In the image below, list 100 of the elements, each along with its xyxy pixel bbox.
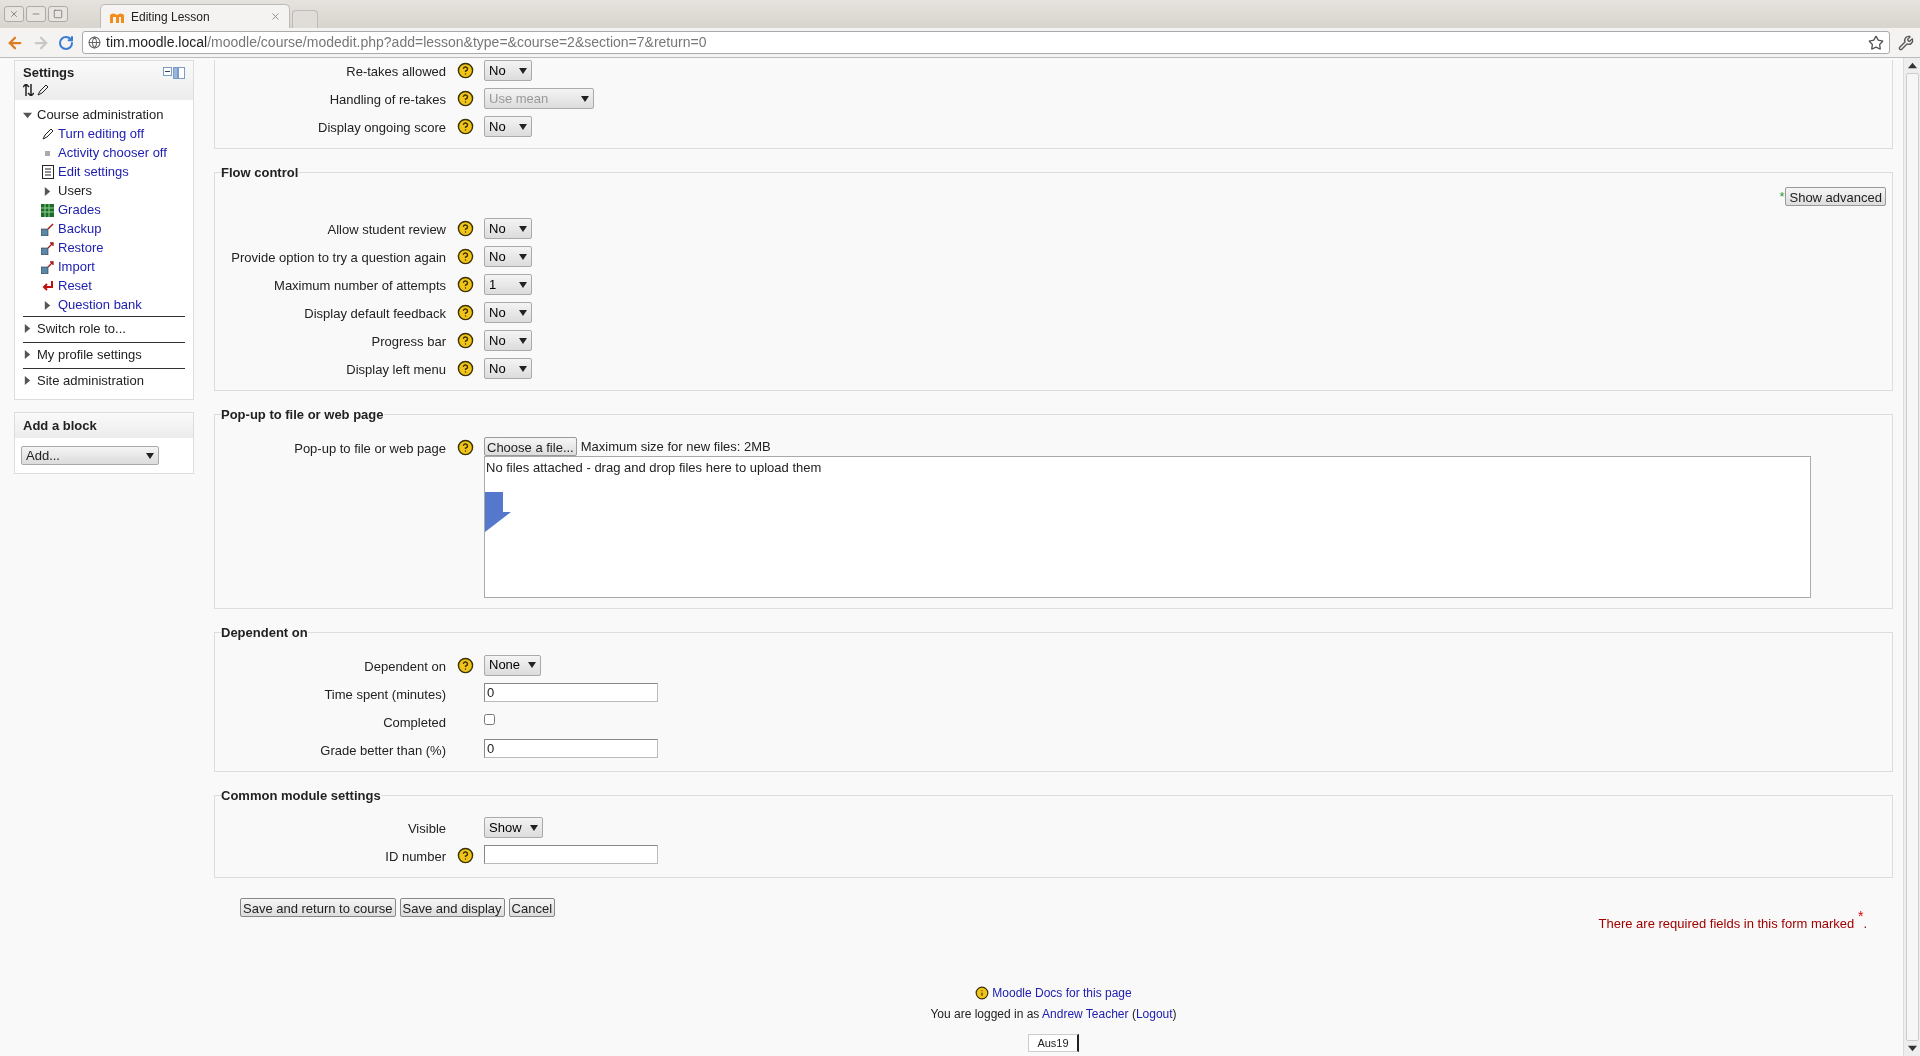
dropdown-arrow-icon	[519, 281, 527, 288]
expand-triangle-icon	[43, 186, 52, 196]
help-icon[interactable]	[456, 220, 474, 237]
expand-triangle-icon	[23, 350, 32, 359]
show-advanced-button[interactable]: Show advanced	[1785, 186, 1886, 206]
section-legend: Flow control	[221, 163, 299, 183]
sidebar-link[interactable]: Question bank	[58, 295, 142, 315]
footer-widget[interactable]: Aus19	[1028, 1033, 1079, 1052]
block-title: Settings	[23, 64, 75, 82]
tree-node[interactable]: Site administration	[23, 367, 185, 393]
help-icon[interactable]	[456, 118, 474, 135]
form-button[interactable]: Save and return to course	[240, 898, 396, 917]
add-block-dropdown[interactable]: Add...	[21, 446, 159, 465]
dropdown[interactable]: No	[484, 218, 532, 239]
tree-node[interactable]: Users	[58, 181, 92, 201]
close-window-button[interactable]	[4, 6, 24, 22]
field-label: Handling of re-takes	[328, 91, 446, 109]
help-icon[interactable]	[456, 656, 474, 674]
dropdown[interactable]: 1	[484, 274, 532, 295]
tree-node[interactable]: Switch role to...	[23, 315, 185, 341]
dropdown[interactable]: No	[484, 60, 532, 81]
field-label: Allow student review	[326, 221, 446, 239]
scroll-down-icon[interactable]	[1907, 1044, 1917, 1053]
file-drop-area[interactable]: No files attached - drag and drop files here to upload them	[484, 456, 1811, 598]
expand-triangle-icon	[23, 324, 32, 333]
sidebar-link[interactable]: Reset	[58, 276, 92, 296]
field-label: Maximum number of attempts	[273, 277, 446, 295]
text-field[interactable]: 0	[484, 738, 658, 758]
box-arrow-icon	[41, 241, 54, 255]
dropdown[interactable]: No	[484, 330, 532, 351]
field-label: Progress bar	[370, 333, 446, 351]
sidebar-link[interactable]: Grades	[58, 200, 101, 220]
dropdown-arrow-icon	[528, 662, 537, 668]
dropdown-arrow-icon	[529, 824, 538, 831]
sidebar-link[interactable]: Edit settings	[58, 162, 129, 182]
sidebar-link[interactable]: Turn editing off	[58, 124, 144, 144]
form-button[interactable]: Save and display	[399, 898, 505, 917]
dropdown[interactable]: Show	[484, 817, 543, 838]
user-link[interactable]: Andrew Teacher	[1042, 1006, 1129, 1021]
field-label: Display ongoing score	[317, 119, 446, 137]
field-label: Display default feedback	[303, 305, 446, 323]
max-size-note: Maximum size for new files: 2MB	[580, 437, 771, 456]
help-icon[interactable]	[456, 847, 474, 864]
help-icon[interactable]	[456, 304, 474, 321]
advanced-marker: *	[1779, 187, 1785, 206]
section-legend: Pop-up to file or web page	[221, 405, 384, 425]
field-label: ID number	[384, 848, 446, 866]
dropdown-arrow-icon	[519, 253, 527, 260]
help-icon[interactable]	[456, 360, 474, 377]
globe-icon	[88, 36, 101, 49]
field-label: Visible	[406, 820, 446, 838]
field-label: Provide option to try a question again	[230, 249, 446, 267]
help-icon[interactable]	[456, 332, 474, 349]
edit-icon[interactable]	[37, 83, 49, 96]
star-icon[interactable]	[1868, 34, 1884, 51]
scroll-up-icon[interactable]	[1907, 61, 1917, 70]
sidebar-link[interactable]: Import	[58, 257, 95, 277]
collapse-triangle-icon	[23, 110, 32, 120]
browser-tab[interactable]: Editing Lesson	[100, 4, 290, 28]
user-link[interactable]: Logout	[1135, 1006, 1173, 1021]
url-text: tim.moodle.local/moodle/course/modedit.php?add=lesson&type=&course=2&section=7&return=0	[106, 33, 707, 52]
dropdown-arrow-icon	[146, 452, 154, 459]
close-tab-icon[interactable]	[270, 11, 281, 22]
sidebar-link[interactable]: Backup	[58, 219, 102, 239]
choose-file-button[interactable]: Choose a file...	[484, 436, 577, 456]
tree-node[interactable]: My profile settings	[23, 341, 185, 367]
scrollbar-thumb[interactable]	[1905, 73, 1919, 1041]
help-icon[interactable]	[456, 248, 474, 265]
form-button[interactable]: Cancel	[508, 898, 556, 917]
pencil-icon	[41, 128, 54, 140]
dock-icon[interactable]	[163, 66, 185, 79]
address-bar[interactable]: tim.moodle.local/moodle/course/modedit.php?add=lesson&type=&course=2&section=7&return=0	[82, 31, 1890, 54]
login-info: You are logged in as Andrew Teacher (Logout)	[930, 1005, 1177, 1023]
text-field[interactable]: 0	[484, 682, 658, 702]
scrollbar[interactable]	[1903, 58, 1920, 1056]
dropdown[interactable]: No	[484, 302, 532, 323]
dropdown[interactable]: No	[484, 358, 532, 379]
document-icon	[41, 165, 54, 179]
dropdown-arrow-icon	[519, 309, 527, 316]
tab-title: Editing Lesson	[131, 8, 211, 26]
return-arrow-icon	[41, 280, 54, 292]
sidebar-link[interactable]: Activity chooser off	[58, 143, 167, 163]
field-label: Dependent on	[363, 657, 446, 676]
help-icon[interactable]	[456, 276, 474, 293]
wrench-icon[interactable]	[1898, 34, 1914, 51]
help-icon[interactable]	[456, 62, 474, 79]
checkbox[interactable]	[484, 713, 495, 725]
text-field[interactable]	[484, 845, 658, 865]
tree-node[interactable]: Course administration	[23, 105, 185, 125]
info-icon	[975, 985, 990, 1000]
move-icon[interactable]	[23, 83, 34, 96]
dropdown[interactable]: No	[484, 116, 532, 137]
reload-icon[interactable]	[58, 34, 74, 51]
docs-link[interactable]: Moodle Docs for this page	[992, 983, 1132, 1002]
close-icon	[9, 9, 19, 19]
maximize-icon	[53, 9, 63, 19]
sidebar-link[interactable]: Restore	[58, 238, 104, 258]
dropdown[interactable]: None	[484, 654, 542, 676]
dropdown[interactable]: No	[484, 246, 532, 267]
help-icon[interactable]	[456, 438, 474, 456]
